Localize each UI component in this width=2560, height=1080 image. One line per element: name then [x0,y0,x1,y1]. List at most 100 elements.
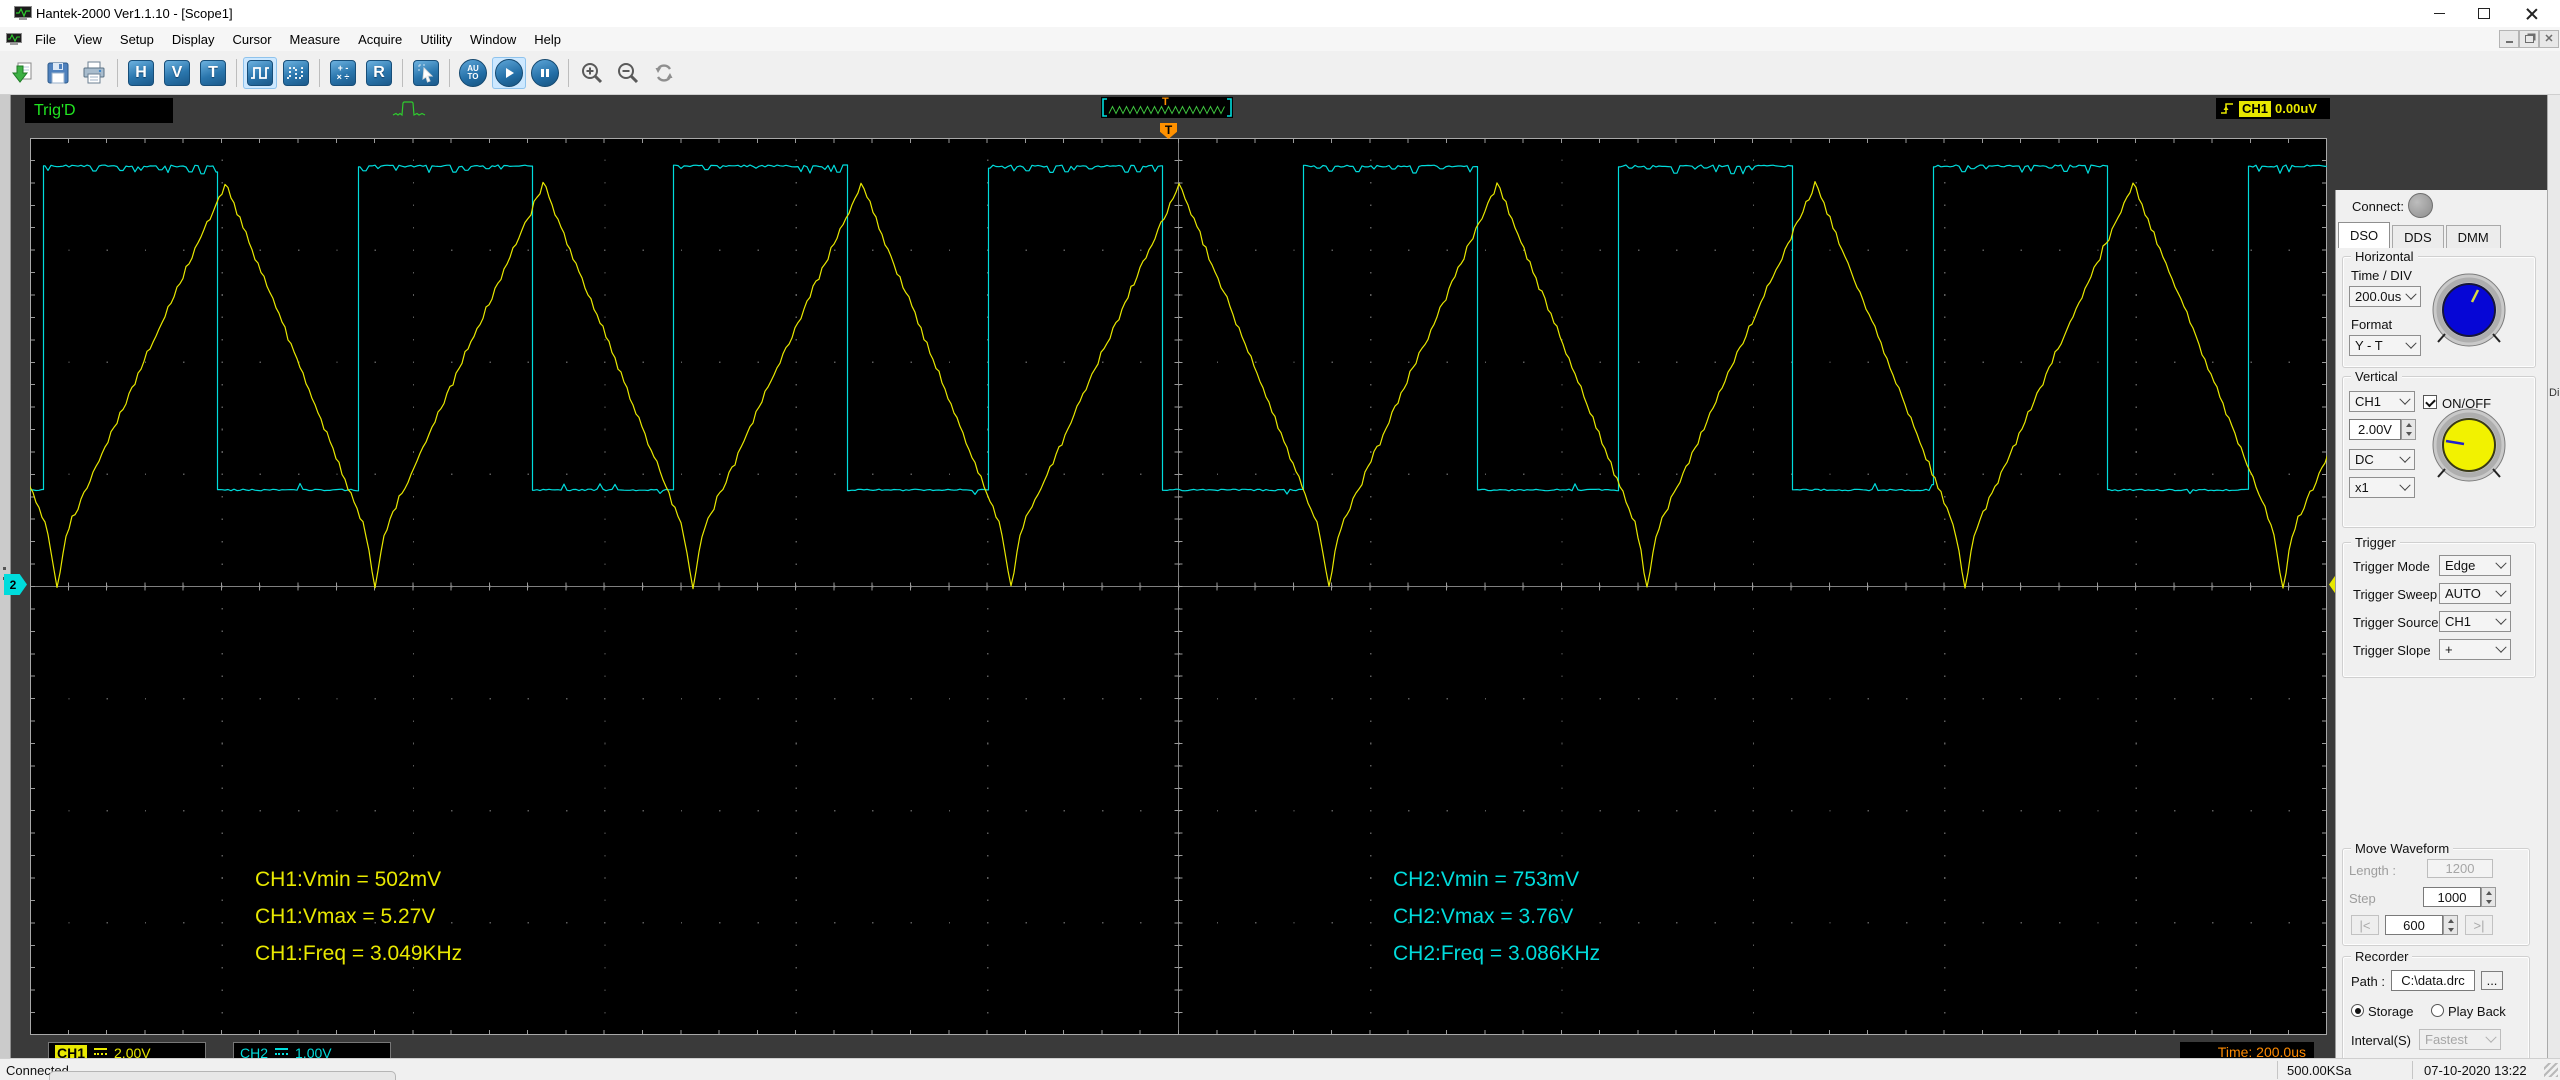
waveform-preview-strip[interactable]: T [1101,96,1233,118]
menu-measure[interactable]: Measure [281,29,350,50]
time-div-label: Time / DIV [2351,268,2412,283]
trigger-source-select[interactable]: CH1 [2439,611,2511,632]
move-first-button[interactable]: |< [2351,915,2379,935]
path-field[interactable]: C:\data.drc [2391,970,2475,991]
dock-tab-strip[interactable]: Di [2547,95,2560,1058]
menu-file[interactable]: File [26,29,65,50]
tab-dmm[interactable]: DMM [2445,225,2501,248]
browse-button[interactable]: ... [2481,971,2503,990]
square-wave-icon [251,66,269,79]
close-button[interactable] [2515,0,2549,26]
print-button[interactable] [77,57,111,89]
move-last-button[interactable]: >| [2465,915,2493,935]
dock-tab-label[interactable]: Di [2549,387,2559,399]
mdi-close-button[interactable]: ✕ [2539,30,2559,48]
menu-acquire[interactable]: Acquire [349,29,411,50]
math-button[interactable]: + - × ÷ [326,57,360,89]
menu-view[interactable]: View [65,29,111,50]
trigger-slope-label: Trigger Slope [2353,643,2431,658]
dc-coupling-icon [94,1048,108,1058]
pause-icon [541,68,549,77]
ch1-vmin-measurement: CH1:Vmin = 502mV [255,868,442,891]
chevron-down-icon [2405,288,2417,300]
title-bar[interactable]: Hantek-2000 Ver1.1.10 - [Scope1] [0,0,2560,28]
dc-coupling-icon [275,1048,289,1058]
volts-spinner[interactable] [2401,419,2416,440]
open-file-button[interactable] [5,57,39,89]
waveform-dot-display-button[interactable] [279,57,313,89]
pulse-indicator-icon [392,101,426,117]
chevron-down-icon [2399,479,2411,491]
chevron-down-icon [2495,557,2507,569]
format-select[interactable]: Y - T [2349,335,2421,356]
horizontal-panel-button[interactable]: H [124,57,158,89]
volts-per-div-field[interactable]: 2.00V [2349,419,2401,440]
horizontal-knob[interactable] [2428,270,2510,352]
menu-help[interactable]: Help [525,29,570,50]
zoom-out-button[interactable] [611,57,645,89]
tab-dds[interactable]: DDS [2392,225,2444,248]
horizontal-group: Horizontal Time / DIV 200.0us Format Y -… [2342,249,2536,368]
pause-button[interactable] [528,57,562,89]
step-field[interactable]: 1000 [2423,887,2481,907]
trigger-group: Trigger Trigger Mode Edge Trigger Sweep … [2342,535,2536,678]
waveform-line-display-button[interactable] [243,56,277,89]
menu-cursor[interactable]: Cursor [224,29,281,50]
vertical-panel-button[interactable]: V [160,57,194,89]
trigger-position-marker[interactable]: T [1160,123,1177,139]
storage-radio[interactable] [2351,1004,2364,1017]
move-waveform-group: Move Waveform Length : 1200 Step 1000 |<… [2342,841,2530,946]
run-button[interactable] [492,56,526,89]
maximize-button[interactable] [2467,0,2501,26]
menu-display[interactable]: Display [163,29,224,50]
toolbar: H V T + - × ÷ R AU TO [0,51,2560,95]
length-field: 1200 [2427,859,2493,878]
playback-radio[interactable] [2431,1004,2444,1017]
coupling-select[interactable]: DC [2349,449,2415,470]
auto-set-button[interactable]: AU TO [456,57,490,89]
status-bar: Connected 500.00KSa 07-10-2020 13:22 [0,1058,2560,1080]
trigger-readout: CH1 0.00uV [2216,98,2330,119]
chevron-down-icon [2495,641,2507,653]
ch2-zero-level-marker[interactable]: 2 [4,574,27,595]
trigger-slope-select[interactable]: + [2439,639,2511,660]
chevron-down-icon [2495,585,2507,597]
menu-utility[interactable]: Utility [411,29,461,50]
format-label: Format [2351,317,2393,332]
connect-indicator[interactable] [2408,193,2433,218]
datetime: 07-10-2020 13:22 [2424,1063,2527,1078]
time-div-select[interactable]: 200.0us [2349,286,2421,307]
save-button[interactable] [41,57,75,89]
menu-setup[interactable]: Setup [111,29,163,50]
preview-trigger-marker: T [1162,96,1169,108]
resize-grip[interactable] [2544,1063,2558,1077]
vertical-knob[interactable] [2428,405,2510,487]
cursor-measure-button[interactable] [409,57,443,89]
trigger-panel-button[interactable]: T [196,57,230,89]
tab-dso[interactable]: DSO [2338,222,2391,248]
chevron-down-icon [2399,393,2411,405]
refresh-button[interactable] [647,57,681,89]
trigger-sweep-select[interactable]: AUTO [2439,583,2511,604]
step-spinner[interactable] [2481,887,2496,907]
mdi-restore-button[interactable] [2519,30,2539,48]
zoom-in-button[interactable] [575,57,609,89]
menu-window[interactable]: Window [461,29,525,50]
window-title: Hantek-2000 Ver1.1.10 - [Scope1] [36,6,233,21]
mode-tabs: DSO DDS DMM [2338,222,2503,248]
menu-bar: File View Setup Display Cursor Measure A… [0,27,2560,52]
reference-button[interactable]: R [362,57,396,89]
position-field[interactable]: 600 [2385,915,2443,935]
refresh-icon [655,63,673,82]
chevron-down-icon [2405,337,2417,349]
position-spinner[interactable] [2443,915,2458,935]
channel-select[interactable]: CH1 [2349,391,2415,412]
trigger-source-label: Trigger Source [2353,615,2439,630]
probe-select[interactable]: x1 [2349,477,2415,498]
trigger-mode-select[interactable]: Edge [2439,555,2511,576]
minimize-button[interactable] [2422,0,2456,26]
mdi-minimize-button[interactable] [2499,30,2519,48]
length-label: Length : [2349,863,2396,878]
ch2-vmax-measurement: CH2:Vmax = 3.76V [1393,905,1574,928]
mdi-child-icon [6,32,22,45]
